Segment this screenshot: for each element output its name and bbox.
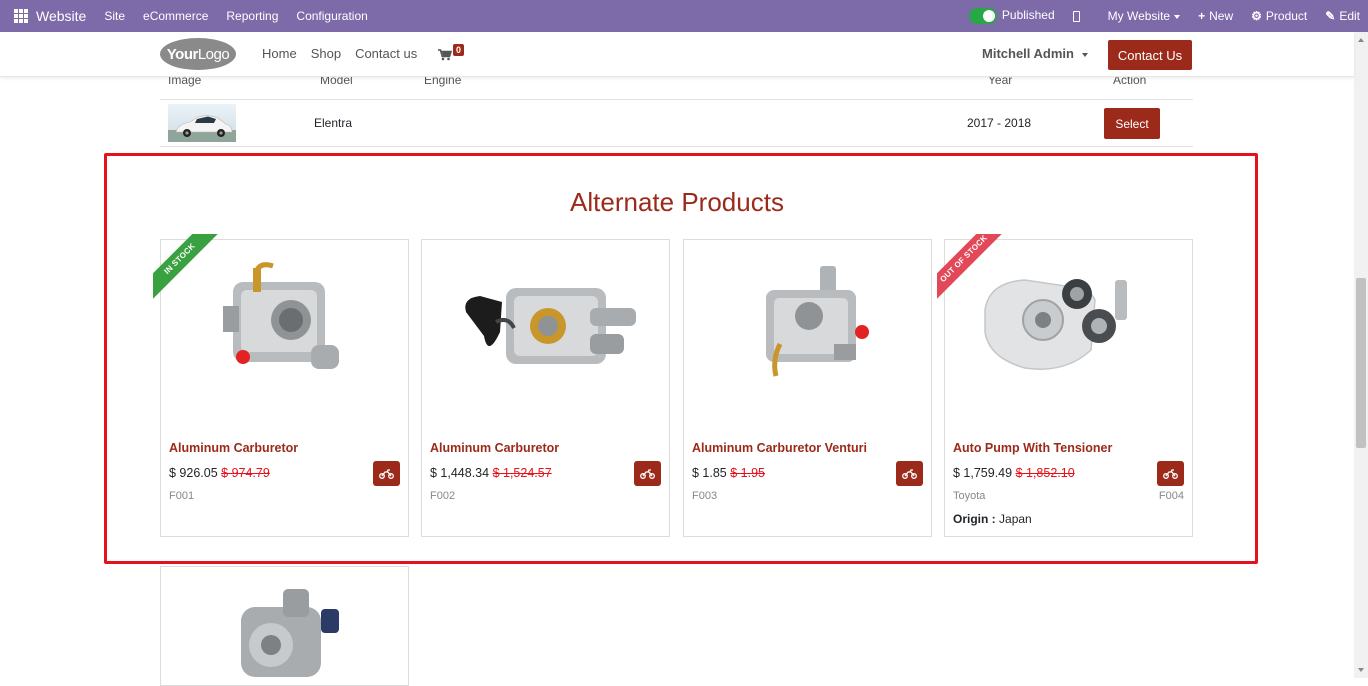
motorcycle-icon <box>379 468 394 479</box>
mobile-preview-icon[interactable] <box>1072 10 1080 22</box>
product-button[interactable]: ⚙ Product <box>1251 9 1307 23</box>
price-current: $ 1,759.49 <box>953 466 1013 480</box>
edit-button[interactable]: ✎ Edit <box>1325 9 1360 23</box>
product-name[interactable]: Aluminum Carburetor <box>169 441 298 455</box>
edit-label: Edit <box>1339 9 1360 23</box>
car-thumbnail <box>168 104 236 142</box>
table-row: Elentra 2017 - 2018 Select <box>160 100 1193 147</box>
admin-menu-reporting[interactable]: Reporting <box>226 9 278 23</box>
row-year: 2017 - 2018 <box>967 116 1032 130</box>
scrollbar-thumb[interactable] <box>1356 278 1366 448</box>
select-button[interactable]: Select <box>1104 108 1160 139</box>
stock-ribbon: IN STOCK <box>153 234 223 304</box>
in-stock-ribbon-label: IN STOCK <box>153 234 222 301</box>
scroll-down-icon[interactable] <box>1358 668 1364 672</box>
cart-count-badge: 0 <box>453 44 465 56</box>
product-ref: F001 <box>169 490 195 502</box>
product-price: $ 1.85 $ 1.95 <box>692 466 765 480</box>
alternate-products-title: Alternate Products <box>570 187 784 217</box>
nav-shop[interactable]: Shop <box>311 46 341 61</box>
site-header: Your Logo Home Shop Contact us 0 Mitchell… <box>0 32 1354 77</box>
price-old: $ 1,524.57 <box>492 466 552 480</box>
product-card[interactable]: OUT OF STOCK Auto Pump With Tensioner $ … <box>937 234 1193 537</box>
product-card[interactable] <box>160 566 409 686</box>
website-switcher[interactable]: My Website <box>1107 9 1181 23</box>
gear-icon: ⚙ <box>1251 9 1262 23</box>
stock-ribbon: OUT OF STOCK <box>937 234 1007 304</box>
product-origin: Origin : Japan <box>953 512 1032 526</box>
product-brand: Toyota <box>953 490 986 502</box>
product-label: Product <box>1265 9 1308 23</box>
nav-contact-us[interactable]: Contact us <box>355 46 417 61</box>
product-image[interactable] <box>161 567 408 679</box>
page-scrollbar[interactable] <box>1354 32 1368 678</box>
product-price: $ 1,448.34 $ 1,524.57 <box>430 466 552 480</box>
product-card[interactable]: IN STOCK Aluminum Carburetor $ 926.05 $ … <box>153 234 409 537</box>
row-model: Elentra <box>314 116 353 130</box>
add-to-cart-button[interactable] <box>1157 461 1184 486</box>
published-toggle[interactable]: Published <box>968 8 1055 24</box>
add-to-cart-button[interactable] <box>634 461 661 486</box>
product-image[interactable]: IN STOCK <box>153 234 408 430</box>
product-name[interactable]: Aluminum Carburetor <box>430 441 559 455</box>
origin-label: Origin : <box>953 512 996 526</box>
contact-us-button[interactable]: Contact Us <box>1108 40 1192 70</box>
admin-brand[interactable]: Website <box>36 8 86 24</box>
product-ref: F003 <box>692 490 718 502</box>
pencil-icon: ✎ <box>1325 9 1336 23</box>
motorcycle-icon <box>640 468 655 479</box>
add-to-cart-button[interactable] <box>373 461 400 486</box>
price-current: $ 1,448.34 <box>430 466 490 480</box>
product-name[interactable]: Aluminum Carburetor Venturi <box>692 441 867 455</box>
logo-text-bold: Your <box>166 45 199 63</box>
website-switcher-label: My Website <box>1107 9 1171 23</box>
product-ref: F002 <box>430 490 456 502</box>
price-old: $ 974.79 <box>221 466 270 480</box>
nav-home[interactable]: Home <box>262 46 297 61</box>
product-ref: F004 <box>1158 490 1184 502</box>
published-label: Published <box>1001 8 1055 23</box>
add-to-cart-button[interactable] <box>896 461 923 486</box>
price-old: $ 1.95 <box>730 466 766 480</box>
product-image[interactable]: OUT OF STOCK <box>937 234 1192 430</box>
chevron-down-icon <box>1174 14 1181 19</box>
logo-text-light: Logo <box>197 45 230 63</box>
toggle-switch-icon <box>968 8 997 24</box>
out-of-stock-ribbon-label: OUT OF STOCK <box>937 234 1006 301</box>
plus-icon: + <box>1198 9 1206 23</box>
motorcycle-icon <box>1163 468 1178 479</box>
price-current: $ 1.85 <box>692 466 727 480</box>
cart-link[interactable]: 0 <box>438 44 466 65</box>
product-price: $ 1,759.49 $ 1,852.10 <box>953 466 1075 480</box>
main-nav: Home Shop Contact us <box>262 46 417 61</box>
admin-menu-site[interactable]: Site <box>104 9 125 23</box>
product-image[interactable] <box>422 240 669 430</box>
admin-menu-ecommerce[interactable]: eCommerce <box>143 9 208 23</box>
site-logo[interactable]: Your Logo <box>160 38 236 70</box>
product-name[interactable]: Auto Pump With Tensioner <box>953 441 1112 455</box>
user-menu[interactable]: Mitchell Admin <box>982 46 1088 61</box>
product-price: $ 926.05 $ 974.79 <box>169 466 270 480</box>
price-current: $ 926.05 <box>169 466 218 480</box>
admin-navbar: Website Site eCommerce Reporting Configu… <box>0 0 1368 32</box>
user-name: Mitchell Admin <box>982 46 1074 61</box>
price-old: $ 1,852.10 <box>1015 466 1075 480</box>
apps-grid-icon[interactable] <box>14 9 28 23</box>
shopping-cart-icon <box>438 49 452 61</box>
admin-menu-configuration[interactable]: Configuration <box>296 9 367 23</box>
product-image[interactable] <box>684 240 931 430</box>
scroll-up-icon[interactable] <box>1358 38 1364 42</box>
origin-value: Japan <box>999 512 1032 526</box>
product-card[interactable]: Aluminum Carburetor Venturi $ 1.85 $ 1.9… <box>683 239 932 537</box>
motorcycle-icon <box>902 468 917 479</box>
new-label: New <box>1209 9 1234 23</box>
new-button[interactable]: + New <box>1198 9 1233 23</box>
chevron-down-icon <box>1081 52 1088 57</box>
product-card[interactable]: Aluminum Carburetor $ 1,448.34 $ 1,524.5… <box>421 239 670 537</box>
